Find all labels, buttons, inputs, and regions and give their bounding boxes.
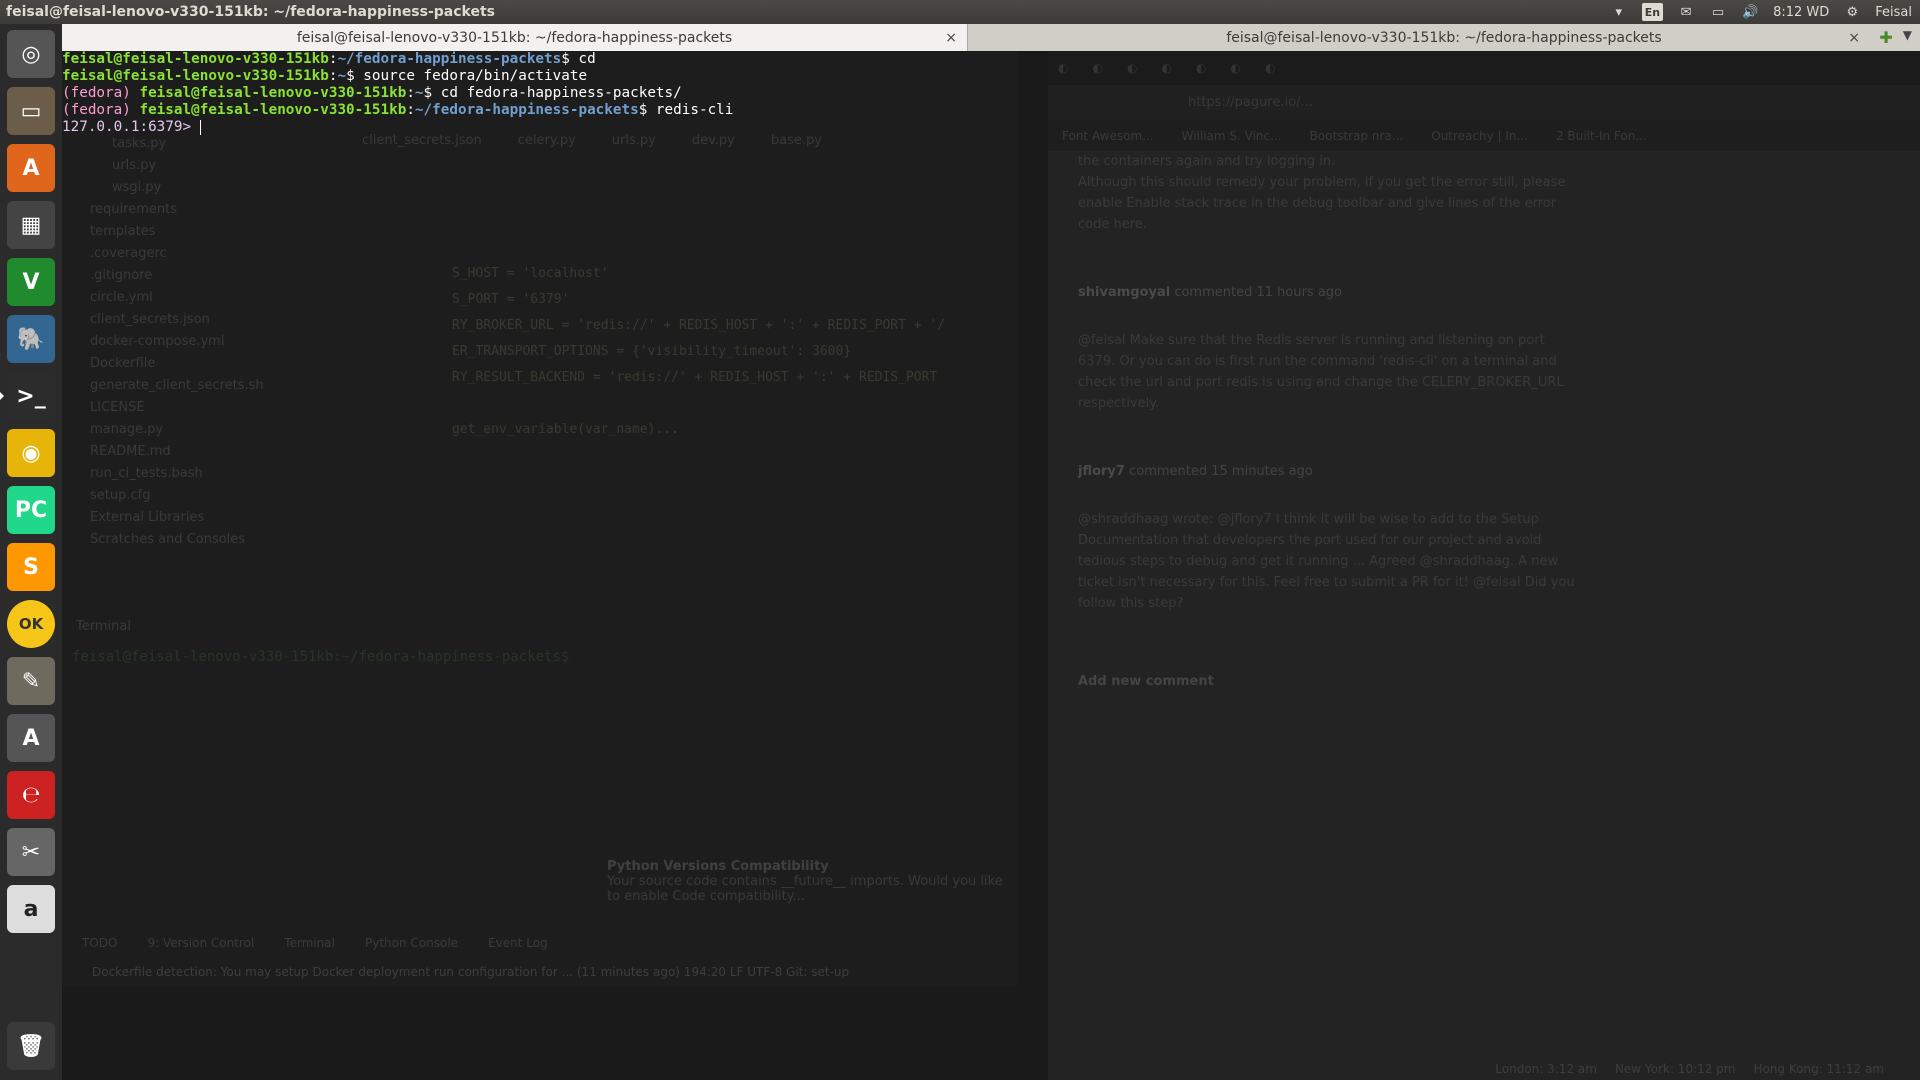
terminal-output[interactable]: feisal@feisal-lenovo-v330-151kb:~/fedora… (62, 51, 1920, 1080)
command: $ cd fedora-happiness-packets/ (423, 85, 682, 101)
clock[interactable]: 8:12 WD (1773, 3, 1829, 21)
postgresql-icon[interactable]: 🐘 (7, 315, 55, 363)
pycharm-icon[interactable]: PC (7, 486, 55, 534)
prompt-path: ~/fedora-happiness-packets (337, 51, 562, 67)
tab-title: feisal@feisal-lenovo-v330-151kb: ~/fedor… (296, 29, 733, 46)
wifi-icon[interactable]: ▾ (1610, 3, 1628, 21)
mail-icon[interactable]: ✉ (1677, 3, 1695, 21)
trash-icon[interactable]: 🗑 (7, 1022, 55, 1070)
terminal-tab-bar: feisal@feisal-lenovo-v330-151kb: ~/fedor… (62, 24, 1920, 51)
launcher: ◎ ▭ A ▦ V 🐘 >_ ◉ PC S OK ✎ A ℮ ✂ a 🗑 (0, 24, 62, 1080)
terminal-line: feisal@feisal-lenovo-v330-151kb:~$ sourc… (62, 68, 1920, 85)
prompt-user: feisal@feisal-lenovo-v330-151kb (62, 68, 329, 84)
video-editor-icon[interactable]: ▦ (7, 201, 55, 249)
close-icon[interactable]: × (1848, 30, 1860, 46)
command: $ cd (561, 51, 596, 67)
close-icon[interactable]: × (945, 30, 957, 46)
indicator-area: ▾ En ✉ ▭ 🔊 8:12 WD ⚙ Feisal (1610, 3, 1920, 21)
updater-icon[interactable]: A (7, 714, 55, 762)
software-center-icon[interactable]: A (7, 144, 55, 192)
cursor (199, 119, 201, 135)
terminal-line: (fedora) feisal@feisal-lenovo-v330-151kb… (62, 102, 1920, 119)
evince-icon[interactable]: ℮ (7, 771, 55, 819)
prompt-user: feisal@feisal-lenovo-v330-151kb (62, 51, 329, 67)
prompt-sep: : (406, 85, 415, 101)
prompt-path: ~ (337, 68, 347, 84)
chrome-icon[interactable]: ◉ (7, 429, 55, 477)
prompt-user: feisal@feisal-lenovo-v330-151kb (139, 102, 407, 118)
terminal-tab-2[interactable]: feisal@feisal-lenovo-v330-151kb: ~/fedor… (968, 24, 1920, 51)
tools-icon[interactable]: ✂ (7, 828, 55, 876)
tab-title: feisal@feisal-lenovo-v330-151kb: ~/fedor… (1226, 29, 1662, 46)
gimp-icon[interactable]: ✎ (7, 657, 55, 705)
keyboard-layout-indicator[interactable]: En (1641, 3, 1664, 21)
prompt-user: feisal@feisal-lenovo-v330-151kb (139, 85, 407, 101)
chevron-down-icon[interactable]: ▼ (1903, 28, 1912, 47)
files-icon[interactable]: ▭ (7, 87, 55, 135)
terminal-line: 127.0.0.1:6379> (62, 119, 1920, 136)
sublime-icon[interactable]: S (7, 543, 55, 591)
terminal-line: feisal@feisal-lenovo-v330-151kb:~/fedora… (62, 51, 1920, 68)
prompt-path: ~ (414, 85, 424, 101)
gear-icon[interactable]: ⚙ (1843, 3, 1861, 21)
prompt-sep: : (406, 102, 415, 118)
new-tab-icon[interactable]: ✚ (1879, 28, 1892, 47)
prompt-path: ~/fedora-happiness-packets (414, 102, 639, 118)
terminal-line: (fedora) feisal@feisal-lenovo-v330-151kb… (62, 85, 1920, 102)
tab-tools: ✚ ▼ (1879, 28, 1912, 47)
redis-prompt: 127.0.0.1:6379> (62, 119, 200, 135)
dash-icon[interactable]: ◎ (7, 30, 55, 78)
command: $ redis-cli (638, 102, 734, 118)
battery-icon[interactable]: ▭ (1709, 3, 1727, 21)
amazon-icon[interactable]: a (7, 885, 55, 933)
venv-prefix: (fedora) (62, 85, 140, 101)
vim-icon[interactable]: V (7, 258, 55, 306)
window-title: feisal@feisal-lenovo-v330-151kb: ~/fedor… (6, 4, 496, 20)
ok-icon[interactable]: OK (7, 600, 55, 648)
venv-prefix: (fedora) (62, 102, 140, 118)
terminal-icon[interactable]: >_ (0, 372, 55, 420)
user-name[interactable]: Feisal (1875, 3, 1912, 21)
volume-icon[interactable]: 🔊 (1741, 3, 1759, 21)
top-panel: feisal@feisal-lenovo-v330-151kb: ~/fedor… (0, 0, 1920, 24)
terminal-tab-1[interactable]: feisal@feisal-lenovo-v330-151kb: ~/fedor… (62, 24, 968, 51)
command: $ source fedora/bin/activate (346, 68, 588, 84)
